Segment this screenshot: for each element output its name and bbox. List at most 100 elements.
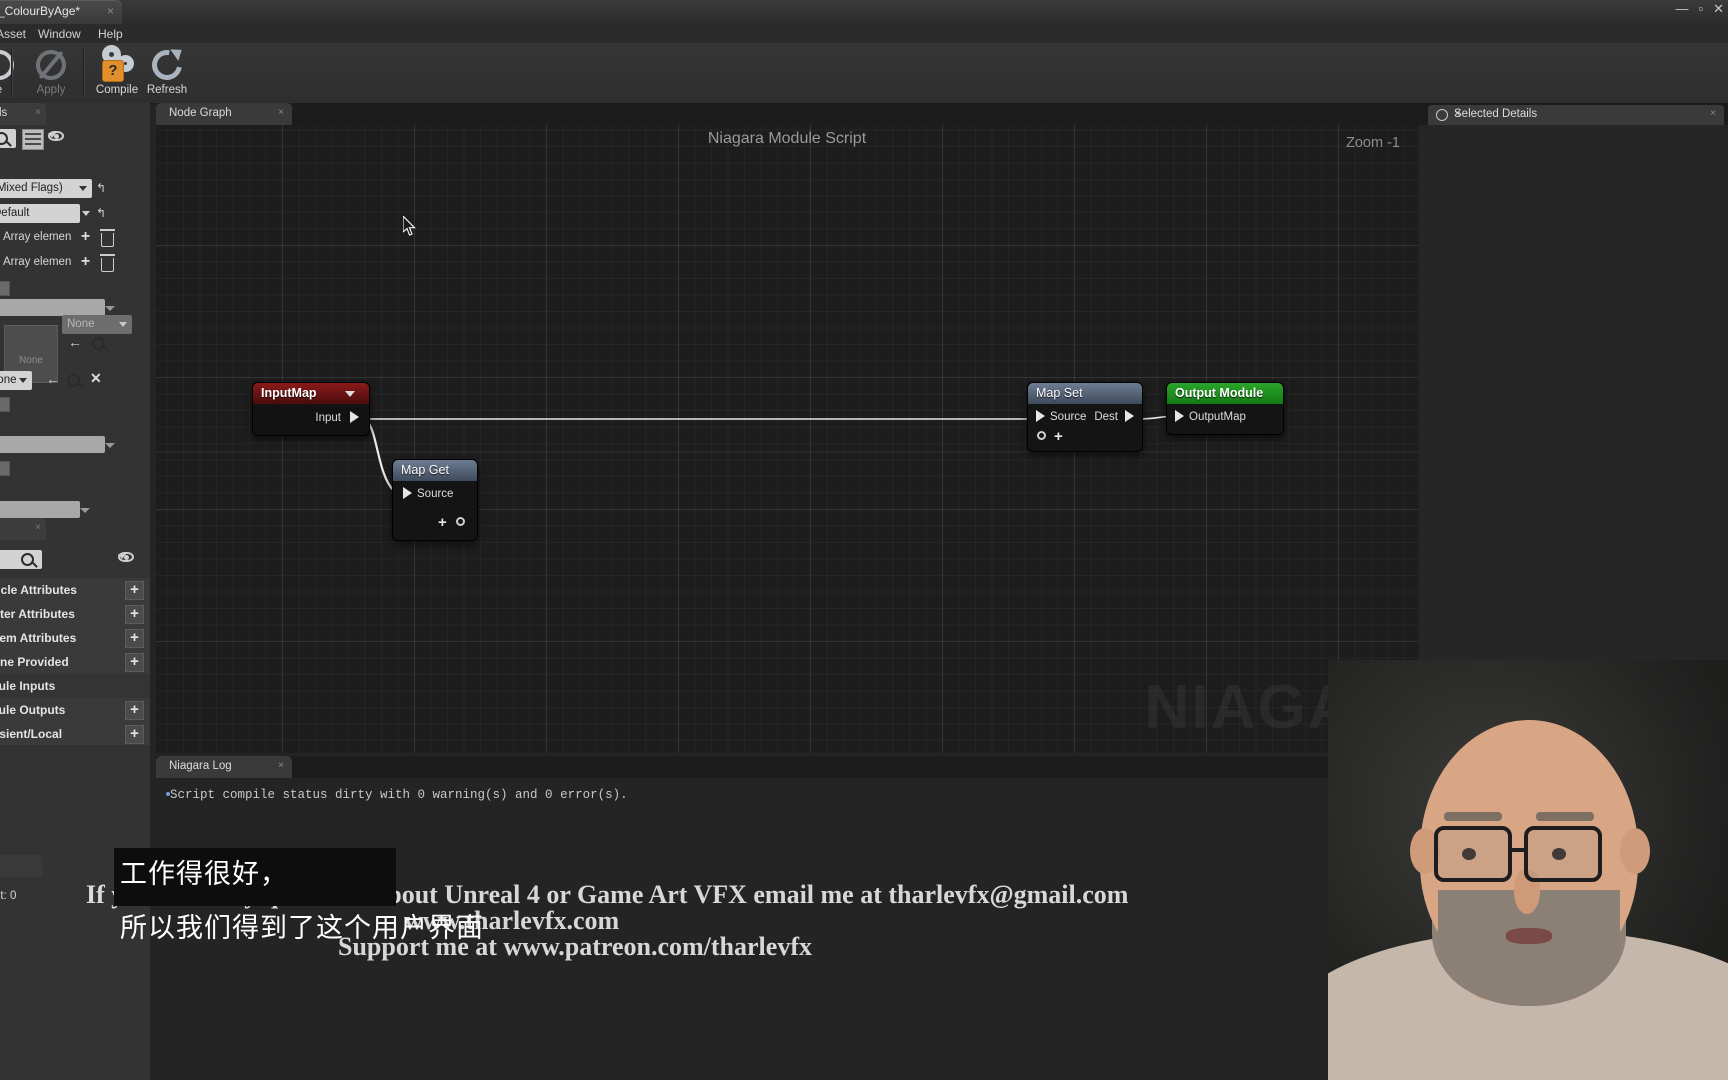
add-array-element-button-2[interactable]: + [78,254,93,270]
details-panel-tab[interactable]: ls × [0,103,46,125]
menu-bar: e Asset Window Help [0,24,1728,43]
chevron-down-icon[interactable] [345,391,355,397]
title-bar: _ColourByAge* × — ▫ ✕ [0,0,1728,25]
parameters-search-input[interactable] [0,550,42,569]
node-map-set[interactable]: Map Set Source Dest + [1027,382,1143,452]
node-title: Output Module [1175,386,1264,400]
toolbar-button-apply[interactable]: Apply [20,47,82,96]
asset-tab[interactable]: _ColourByAge* × [0,0,122,24]
trash-icon[interactable] [100,229,115,247]
stats-panel-tab[interactable] [0,855,42,877]
close-icon[interactable]: × [107,4,114,18]
menu-item-window[interactable]: Window [38,27,81,41]
input-pin-source[interactable] [1036,410,1045,422]
object-picker-combo[interactable]: None [0,371,32,390]
section-system-attributes[interactable]: System Attributes + [0,626,150,651]
section-engine-provided[interactable]: Engine Provided + [0,650,150,675]
add-parameter-button[interactable]: + [125,605,144,624]
tab-niagara-log[interactable]: Niagara Log × [156,756,292,778]
maximize-button[interactable]: ▫ [1698,2,1703,15]
close-button[interactable]: ✕ [1713,2,1724,15]
section-module-inputs[interactable]: Module Inputs [0,674,150,699]
add-parameter-button[interactable]: + [125,653,144,672]
enum-combo-2[interactable] [0,436,105,453]
clear-object-button[interactable]: ✕ [90,370,102,387]
output-pin-input[interactable] [350,411,359,423]
object-back-button[interactable]: ← [46,371,60,387]
input-pin-source[interactable] [403,487,412,499]
view-grid-button[interactable] [22,129,44,150]
reset-icon[interactable]: ↰ [96,181,106,195]
chevron-down-icon[interactable] [105,443,115,448]
flags-combo-value: (Mixed Flags) [0,182,63,194]
search-icon[interactable] [92,337,105,350]
add-parameter-button[interactable]: + [125,701,144,720]
tab-niagara-log-label: Niagara Log [169,760,232,772]
unreal-niagara-editor-window: _ColourByAge* × — ▫ ✕ e Asset Window Hel… [0,0,1728,1080]
details-panel-tab-label: ls [0,107,8,119]
color-swatch-1[interactable] [0,281,10,296]
node-input-map[interactable]: InputMap Input [252,382,370,436]
section-module-outputs[interactable]: Module Outputs + [0,698,150,723]
asset-picker-combo[interactable]: None [62,315,132,334]
trash-icon[interactable] [100,254,115,272]
input-pin-outputmap[interactable] [1175,410,1184,422]
add-pin-button[interactable]: + [1054,429,1063,444]
minimize-button[interactable]: — [1675,2,1688,15]
details-visibility-button[interactable] [48,130,64,141]
close-icon[interactable]: × [1710,108,1716,119]
reset-icon[interactable]: ↰ [96,206,106,220]
search-icon[interactable] [67,374,80,387]
section-particle-attributes[interactable]: Particle Attributes + [0,578,150,603]
section-label: Engine Provided [0,655,69,669]
tab-selected-details[interactable]: × Selected Details × [1428,105,1724,125]
color-swatch-3[interactable] [0,461,10,476]
wildcard-pin[interactable] [1037,431,1046,440]
chevron-down-icon[interactable] [82,211,90,216]
add-parameter-button[interactable]: + [125,581,144,600]
enum-combo-3[interactable] [0,501,80,518]
details-search-input[interactable] [0,129,16,148]
toolbar-button-refresh[interactable]: Refresh [136,44,198,96]
output-pin-dest[interactable] [1125,410,1134,422]
object-picker-value: None [0,374,17,386]
chevron-down-icon[interactable] [80,508,90,513]
section-label: System Attributes [0,631,77,645]
default-combo[interactable]: Default [0,204,80,223]
add-parameter-button[interactable]: + [125,725,144,744]
section-label: Transient/Local [0,727,63,741]
add-pin-button[interactable]: + [438,515,447,530]
asset-browse-back-button[interactable]: ← [68,334,82,350]
flags-combo[interactable]: (Mixed Flags) [0,179,92,198]
graph-grid [156,125,1418,753]
close-icon[interactable]: × [278,107,284,118]
parameters-panel-tab[interactable]: × [0,518,46,540]
color-swatch-2[interactable] [0,397,10,412]
add-array-element-button-1[interactable]: + [78,229,93,245]
node-output-module[interactable]: Output Module OutputMap [1166,382,1284,435]
close-icon[interactable]: × [35,107,41,118]
pin-label-dest: Dest [1094,411,1118,423]
node-map-get[interactable]: Map Get Source + [392,459,478,541]
subtitle-line-2: 所以我们得到了这个用户界面 [120,913,484,944]
menu-item-asset[interactable]: Asset [0,27,26,41]
tab-node-graph[interactable]: Node Graph × [156,103,292,125]
wildcard-pin[interactable] [456,517,465,526]
close-icon[interactable]: × [278,760,284,771]
enum-combo-1[interactable] [0,299,105,316]
pin-label-input: Input [315,412,341,424]
selected-details-panel: × Selected Details × [1420,103,1728,753]
array-elements-label-2: 0 Array elemen [0,256,72,268]
section-emitter-attributes[interactable]: Emitter Attributes + [0,602,150,627]
section-transient-local[interactable]: Transient/Local + [0,722,150,747]
section-label: Particle Attributes [0,583,77,597]
node-graph-canvas[interactable]: Niagara Module Script Zoom -1 NIAGARA In… [156,125,1418,753]
webcam-overlay [1328,660,1728,1080]
menu-item-help[interactable]: Help [98,27,123,41]
section-label: Module Outputs [0,703,66,717]
parameters-visibility-button[interactable] [118,551,134,562]
chevron-down-icon[interactable] [105,306,115,311]
close-icon[interactable]: × [35,522,41,533]
pin-label-outputmap: OutputMap [1189,411,1246,423]
add-parameter-button[interactable]: + [125,629,144,648]
